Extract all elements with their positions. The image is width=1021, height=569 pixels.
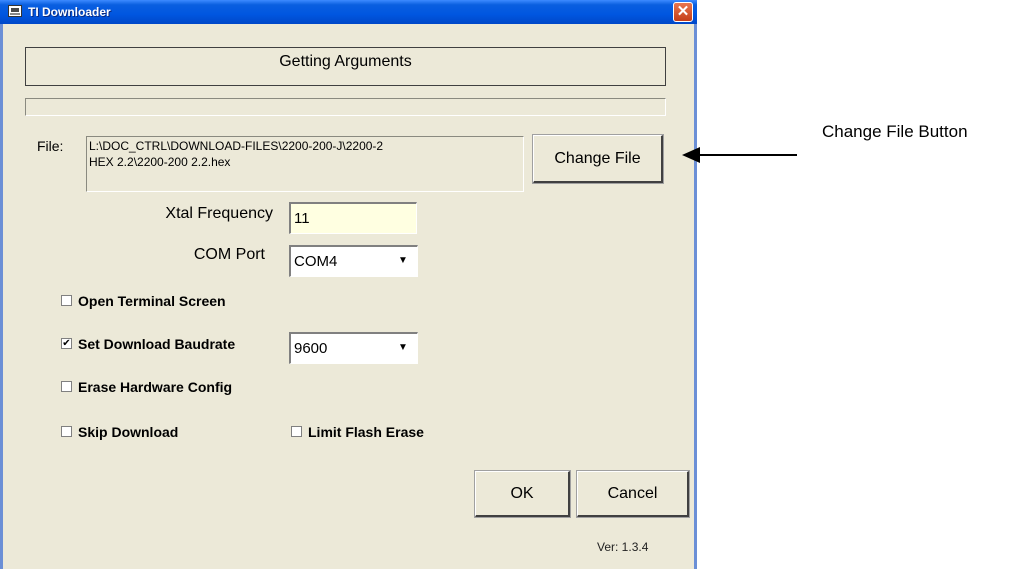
title-bar[interactable]: TI Downloader ✕ [0, 0, 697, 24]
com-port-label: COM Port [193, 246, 265, 263]
status-heading: Getting Arguments [25, 47, 666, 86]
change-file-button[interactable]: Change File [532, 134, 664, 184]
checkbox-box[interactable] [61, 381, 72, 392]
erase-hw-config-label: Erase Hardware Config [78, 379, 233, 395]
open-terminal-label: Open Terminal Screen [78, 293, 226, 309]
ok-button[interactable]: OK [474, 470, 571, 518]
file-path-line2: HEX 2.2\2200-200 2.2.hex [89, 155, 231, 169]
close-button[interactable]: ✕ [673, 2, 693, 22]
skip-download-label: Skip Download [78, 424, 179, 440]
file-path-line1: L:\DOC_CTRL\DOWNLOAD-FILES\2200-200-J\22… [89, 139, 384, 153]
checkbox-box[interactable] [61, 295, 72, 306]
checkbox-box[interactable] [291, 426, 302, 437]
terminal-app-icon [8, 5, 22, 17]
annotation-arrow-line [697, 154, 797, 156]
chevron-down-icon[interactable]: ▼ [391, 249, 415, 273]
xtal-frequency-input[interactable]: 11 [289, 202, 417, 234]
checkbox-box-checked[interactable]: ✔ [61, 338, 72, 349]
xtal-frequency-label: Xtal Frequency [165, 205, 273, 222]
ti-downloader-dialog: TI Downloader ✕ Getting Arguments File: … [0, 0, 697, 569]
checkbox-box[interactable] [61, 426, 72, 437]
version-label: Ver: 1.3.4 [597, 540, 649, 554]
progress-bar [25, 98, 666, 116]
file-path-display: L:\DOC_CTRL\DOWNLOAD-FILES\2200-200-J\22… [86, 136, 524, 192]
window-title: TI Downloader [28, 5, 111, 19]
com-port-select[interactable]: COM4 ▼ [289, 245, 418, 277]
limit-flash-erase-label: Limit Flash Erase [308, 424, 424, 440]
file-label: File: [37, 138, 64, 154]
com-port-value: COM4 [294, 253, 338, 270]
set-baudrate-label: Set Download Baudrate [78, 336, 236, 352]
cancel-button[interactable]: Cancel [576, 470, 690, 518]
baudrate-value: 9600 [294, 340, 328, 357]
baudrate-select[interactable]: 9600 ▼ [289, 332, 418, 364]
annotation-callout: Change File Button [822, 122, 968, 141]
chevron-down-icon[interactable]: ▼ [391, 336, 415, 360]
